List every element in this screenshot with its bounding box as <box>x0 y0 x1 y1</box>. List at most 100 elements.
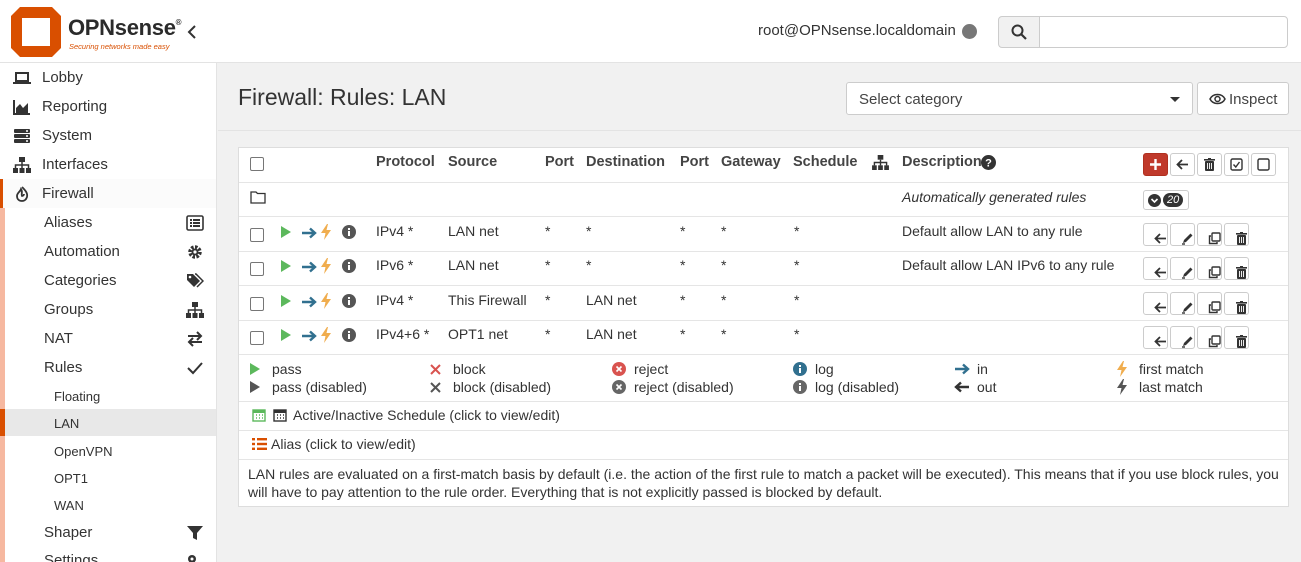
rule-destination: LAN net <box>586 292 637 308</box>
column-header-gateway[interactable]: Gateway <box>721 154 781 170</box>
folder-icon[interactable] <box>250 190 266 204</box>
chevron-left-icon[interactable] <box>184 22 200 42</box>
sidebar-item-label: Lobby <box>42 69 83 86</box>
sidebar-item-lan[interactable]: LAN <box>0 409 216 436</box>
sidebar-item-label: Automation <box>44 243 120 260</box>
play-icon[interactable] <box>280 225 292 239</box>
sidebar-item-label: Categories <box>44 272 117 289</box>
search-input[interactable] <box>1039 16 1288 48</box>
move-before-button[interactable] <box>1143 257 1168 280</box>
auto-rules-label: Automatically generated rules <box>902 189 1087 205</box>
disable-selected-button[interactable] <box>1251 153 1276 176</box>
sidebar-item-label: Shaper <box>44 524 93 541</box>
status-indicator[interactable] <box>962 24 977 39</box>
sidebar-item-opt1[interactable]: OPT1 <box>5 464 216 491</box>
sidebar-item-categories[interactable]: Categories <box>5 266 216 295</box>
inspect-button[interactable]: Inspect <box>1197 82 1289 115</box>
rule-select-checkbox[interactable] <box>250 297 264 311</box>
rule-destination: LAN net <box>586 326 637 342</box>
sidebar-item-interfaces[interactable]: Interfaces <box>0 150 216 179</box>
rule-schedule: * <box>794 223 800 239</box>
move-selected-button[interactable] <box>1170 153 1195 176</box>
move-before-button[interactable] <box>1143 292 1168 315</box>
play-icon[interactable] <box>280 328 292 342</box>
sidebar-item-aliases[interactable]: Aliases <box>5 208 216 237</box>
sitemap-icon <box>186 302 204 318</box>
column-header-dest-port[interactable]: Port <box>680 154 709 170</box>
user-label[interactable]: root@OPNsense.localdomain <box>758 22 956 39</box>
bolt-icon <box>1117 361 1127 377</box>
clone-rule-button[interactable] <box>1197 292 1222 315</box>
delete-selected-button[interactable] <box>1197 153 1222 176</box>
row-divider <box>239 459 1288 460</box>
rule-source-port: * <box>545 257 551 273</box>
select-all-checkbox[interactable] <box>250 157 264 171</box>
sidebar-item-reporting[interactable]: Reporting <box>0 92 216 121</box>
sidebar-item-openvpn[interactable]: OpenVPN <box>5 437 216 464</box>
clone-rule-button[interactable] <box>1197 326 1222 349</box>
clone-rule-button[interactable] <box>1197 257 1222 280</box>
play-icon[interactable] <box>280 259 292 273</box>
sidebar-item-automation[interactable]: Automation <box>5 237 216 266</box>
clone-rule-button[interactable] <box>1197 223 1222 246</box>
play-icon[interactable] <box>280 294 292 308</box>
column-header-schedule[interactable]: Schedule <box>793 154 857 170</box>
sidebar-item-floating[interactable]: Floating <box>5 382 216 409</box>
edit-rule-button[interactable] <box>1170 292 1195 315</box>
sidebar-item-wan[interactable]: WAN <box>5 491 216 518</box>
column-header-destination[interactable]: Destination <box>586 154 665 170</box>
rule-source: This Firewall <box>448 292 527 308</box>
category-select[interactable]: Select category <box>846 82 1193 115</box>
sidebar-item-label: Groups <box>44 301 94 318</box>
delete-rule-button[interactable] <box>1224 326 1249 349</box>
move-before-button[interactable] <box>1143 326 1168 349</box>
sidebar-item-nat[interactable]: NAT <box>5 324 216 353</box>
bolt-icon <box>1117 379 1127 395</box>
add-rule-button[interactable] <box>1143 153 1168 176</box>
sidebar-item-label: WAN <box>54 498 84 513</box>
sidebar-item-system[interactable]: System <box>0 121 216 150</box>
legend-log: log <box>815 361 834 377</box>
legend-reject: reject <box>634 361 669 377</box>
opnsense-logo-icon[interactable] <box>11 7 61 57</box>
sitemap-icon <box>13 157 31 173</box>
page-title: Firewall: Rules: LAN <box>238 84 447 110</box>
sidebar-item-shaper[interactable]: Shaper <box>5 518 216 547</box>
bolt-icon <box>320 293 332 309</box>
auto-rules-count: 20 <box>1163 193 1184 207</box>
column-header-protocol[interactable]: Protocol <box>376 154 435 170</box>
rule-select-checkbox[interactable] <box>250 228 264 242</box>
column-header-description[interactable]: Description <box>902 154 982 170</box>
sidebar-item-lobby[interactable]: Lobby <box>0 63 216 92</box>
rule-description: Default allow LAN IPv6 to any rule <box>902 257 1115 273</box>
sidebar-item-settings[interactable]: Settings <box>5 546 216 562</box>
rule-select-checkbox[interactable] <box>250 262 264 276</box>
legend-alias: Alias (click to view/edit) <box>271 436 416 452</box>
rule-schedule: * <box>794 292 800 308</box>
delete-rule-button[interactable] <box>1224 257 1249 280</box>
sidebar-item-label: Aliases <box>44 214 93 231</box>
search-button[interactable] <box>998 16 1040 48</box>
sidebar-item-rules[interactable]: Rules <box>5 353 216 382</box>
legend-last-match: last match <box>1139 379 1203 395</box>
auto-rules-toggle[interactable]: 20 <box>1143 190 1189 210</box>
edit-rule-button[interactable] <box>1170 223 1195 246</box>
edit-rule-button[interactable] <box>1170 326 1195 349</box>
rule-destination-port: * <box>680 292 686 308</box>
delete-rule-button[interactable] <box>1224 292 1249 315</box>
sidebar-item-firewall[interactable]: Firewall <box>0 179 216 208</box>
delete-rule-button[interactable] <box>1224 223 1249 246</box>
move-before-button[interactable] <box>1143 223 1168 246</box>
help-icon[interactable]: ? <box>981 155 996 170</box>
row-divider <box>239 182 1288 183</box>
sidebar-item-groups[interactable]: Groups <box>5 295 216 324</box>
rule-select-checkbox[interactable] <box>250 331 264 345</box>
enable-selected-button[interactable] <box>1224 153 1249 176</box>
filter-icon <box>187 526 203 540</box>
rules-panel: Protocol Source Port Destination Port Ga… <box>238 147 1289 507</box>
legend-schedule: Active/Inactive Schedule (click to view/… <box>293 407 560 423</box>
edit-rule-button[interactable] <box>1170 257 1195 280</box>
column-header-source[interactable]: Source <box>448 154 497 170</box>
row-divider <box>239 216 1288 217</box>
column-header-port[interactable]: Port <box>545 154 574 170</box>
